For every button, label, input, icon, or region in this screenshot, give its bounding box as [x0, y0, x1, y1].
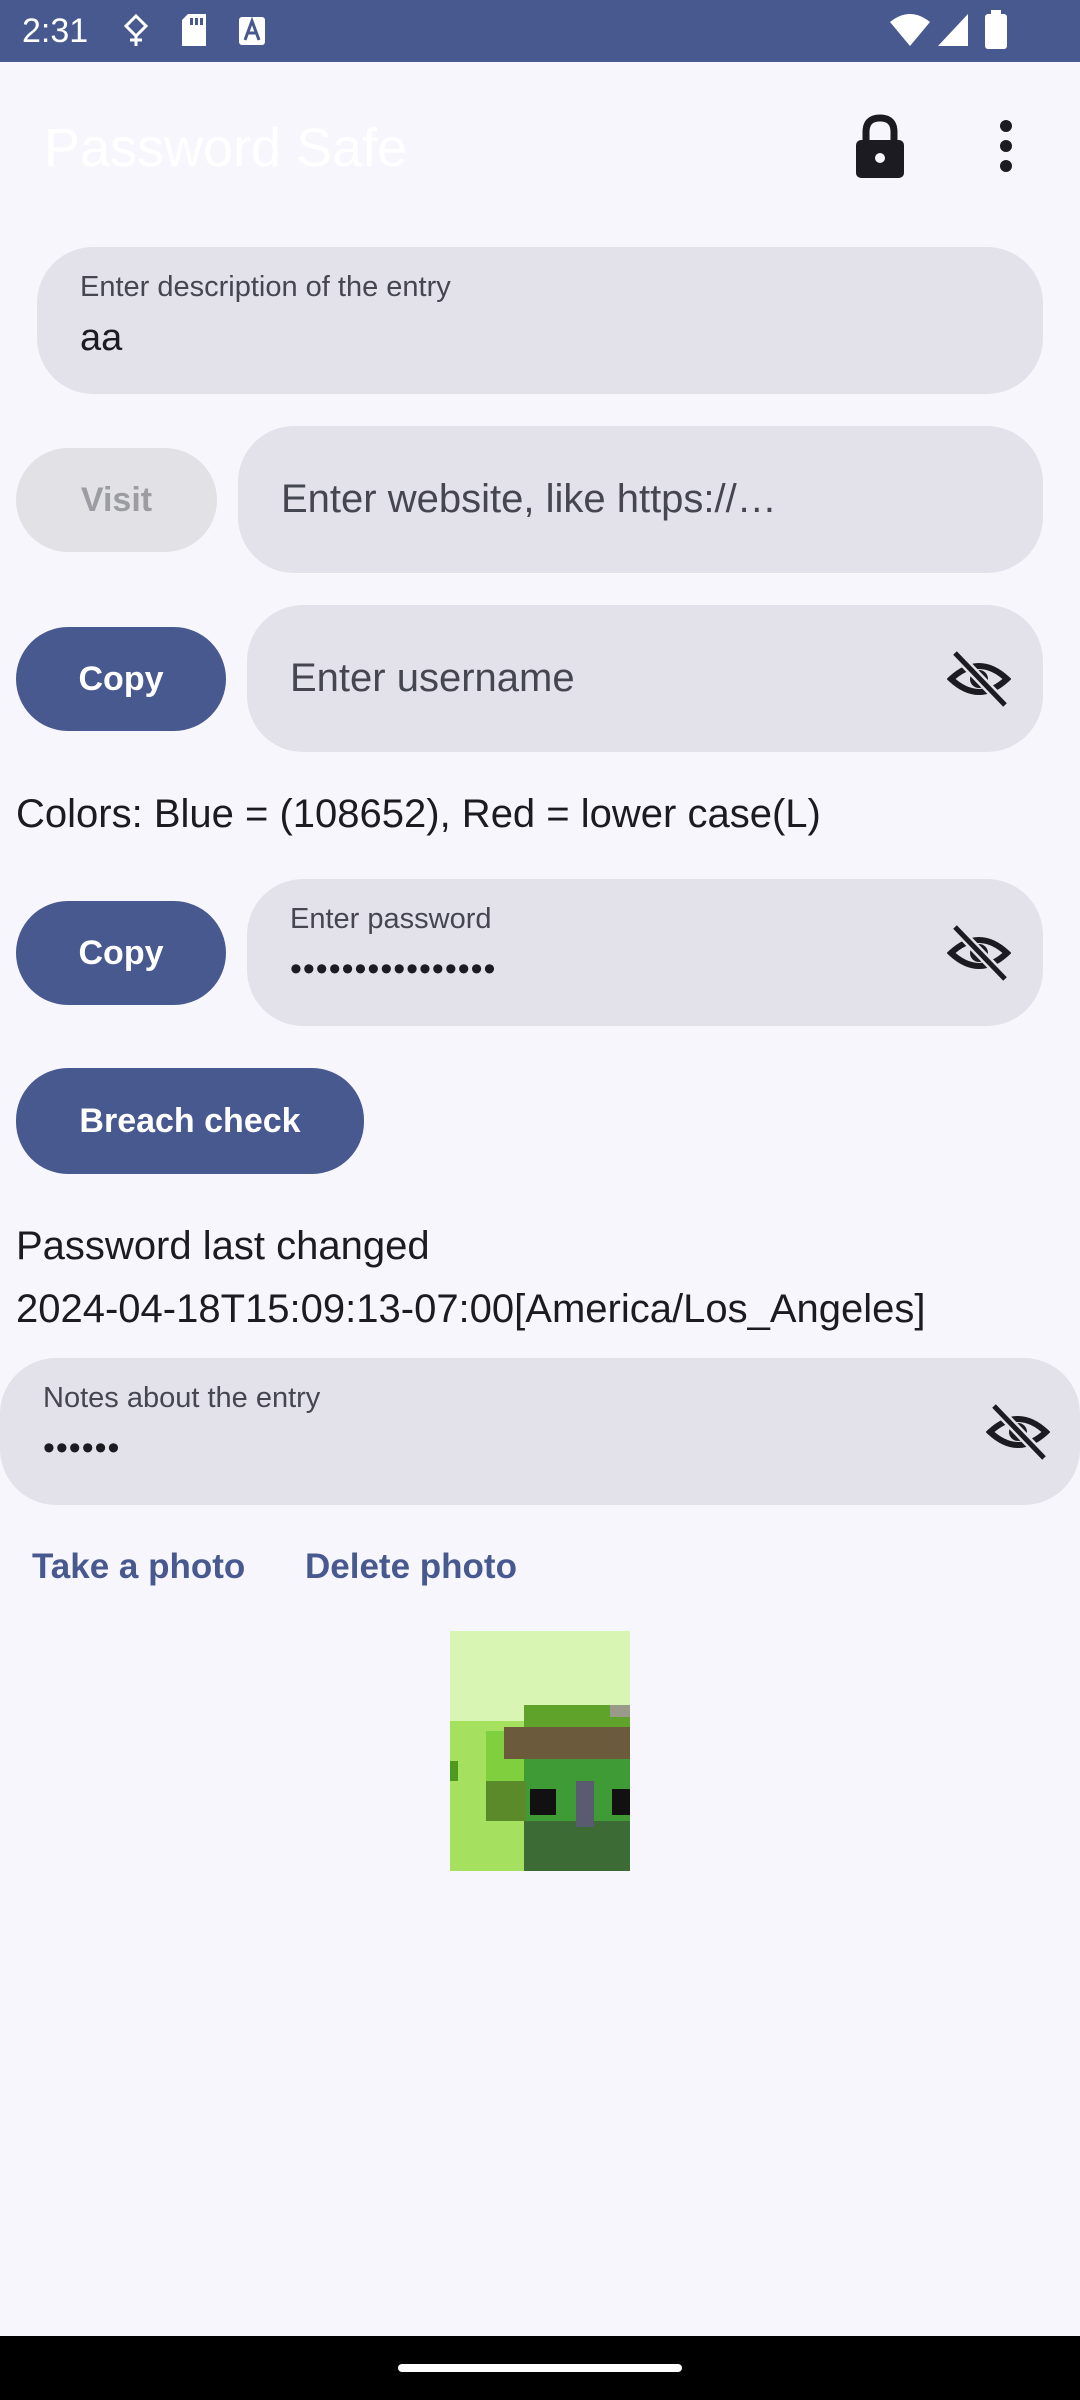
password-last-changed-value: 2024-04-18T15:09:13-07:00[America/Los_An… [16, 1287, 926, 1331]
password-masked-value: •••••••••••••••• [290, 950, 497, 988]
take-photo-button[interactable]: Take a photo [32, 1545, 245, 1589]
usb-debug-icon [123, 14, 149, 46]
delete-photo-button[interactable]: Delete photo [305, 1545, 517, 1589]
visibility-off-icon[interactable] [986, 1400, 1050, 1464]
status-time: 2:31 [22, 12, 89, 50]
lock-icon[interactable] [850, 112, 910, 180]
description-label: Enter description of the entry [80, 271, 451, 303]
description-value: aa [80, 317, 123, 359]
wifi-icon [890, 14, 930, 46]
breach-check-button[interactable]: Breach check [16, 1068, 364, 1174]
visibility-off-icon[interactable] [947, 647, 1011, 711]
more-vert-icon[interactable] [980, 110, 1032, 182]
a-badge-icon [239, 16, 265, 45]
notes-masked-value: •••••• [43, 1429, 121, 1467]
signal-icon [938, 14, 968, 46]
website-placeholder: Enter website, like https://… [281, 477, 777, 521]
password-label: Enter password [290, 903, 492, 935]
visit-button[interactable]: Visit [16, 448, 217, 552]
username-placeholder: Enter username [290, 656, 575, 700]
home-gesture-handle[interactable] [398, 2364, 682, 2372]
password-last-changed-label: Password last changed [16, 1224, 430, 1268]
visibility-off-icon[interactable] [947, 921, 1011, 985]
app-title: Password Safe [44, 118, 408, 178]
battery-icon [985, 10, 1007, 49]
username-field[interactable]: Enter username [247, 605, 1043, 752]
colors-hint: Colors: Blue = (108652), Red = lower cas… [16, 792, 821, 836]
entry-photo [450, 1631, 630, 1871]
copy-username-button[interactable]: Copy [16, 627, 226, 731]
password-field[interactable]: Enter password •••••••••••••••• [247, 879, 1043, 1026]
website-field[interactable]: Enter website, like https://… [238, 426, 1043, 573]
notes-field[interactable]: Notes about the entry •••••• [0, 1358, 1080, 1505]
sd-card-icon [182, 14, 206, 46]
notes-label: Notes about the entry [43, 1382, 321, 1414]
description-field[interactable]: Enter description of the entry aa [37, 247, 1043, 394]
copy-password-button[interactable]: Copy [16, 901, 226, 1005]
